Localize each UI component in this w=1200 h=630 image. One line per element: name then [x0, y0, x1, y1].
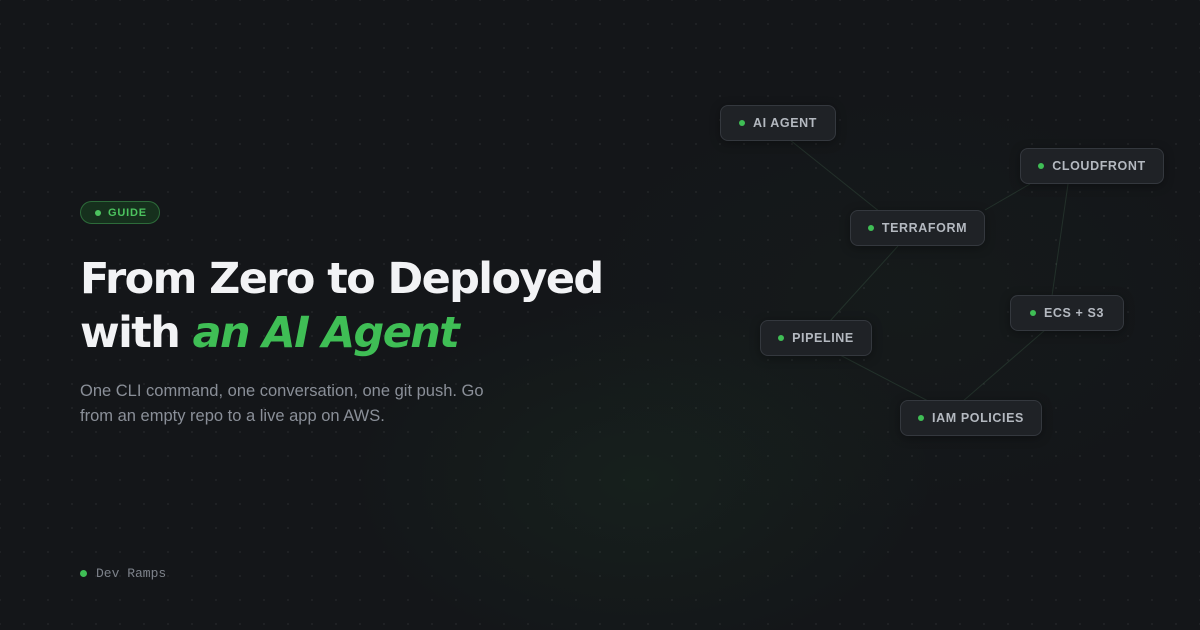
edge-agent-terraform [789, 139, 881, 213]
node-terraform: TERRAFORM [850, 210, 985, 246]
edge-pipeline-iam [839, 354, 931, 403]
node-ai-agent: AI AGENT [720, 105, 836, 141]
headline: From Zero to Deployed with an AI Agent [80, 252, 700, 360]
node-ecs-s3: ECS + S3 [1010, 295, 1124, 331]
og-card: GUIDE From Zero to Deployed with an AI A… [0, 0, 1200, 630]
headline-line-1: From Zero to Deployed [80, 254, 604, 304]
headline-accent: an AI Agent [192, 308, 460, 358]
edge-terraform-cloudfront [984, 183, 1031, 211]
node-label: IAM POLICIES [932, 411, 1024, 425]
node-pipeline: PIPELINE [760, 320, 872, 356]
node-dot-icon [738, 120, 745, 126]
node-label: CLOUDFRONT [1052, 159, 1146, 173]
badge-dot-icon [95, 209, 101, 216]
node-dot-icon [1038, 163, 1045, 169]
brand-name: Dev Ramps [96, 566, 167, 581]
node-label: AI AGENT [752, 116, 818, 130]
node-dot-icon [918, 415, 925, 421]
brand-dot-icon [80, 570, 87, 577]
badge-label: GUIDE [108, 206, 147, 219]
edge-cloudfront-ecs [1051, 183, 1069, 297]
subtitle: One CLI command, one conversation, one g… [80, 382, 484, 425]
node-cloudfront: CLOUDFRONT [1020, 148, 1164, 184]
node-label: PIPELINE [792, 331, 854, 345]
edge-ecs-iam [961, 329, 1046, 403]
guide-badge: GUIDE [80, 201, 160, 224]
edge-terraform-pipeline [829, 245, 899, 322]
node-iam-policies: IAM POLICIES [900, 400, 1042, 436]
headline-line-2-plain: with [80, 308, 193, 358]
brand: Dev Ramps [80, 566, 166, 581]
node-label: ECS + S3 [1043, 306, 1105, 320]
node-dot-icon [778, 335, 785, 341]
node-dot-icon [867, 225, 874, 231]
node-label: TERRAFORM [881, 221, 968, 235]
node-dot-icon [1029, 310, 1036, 316]
